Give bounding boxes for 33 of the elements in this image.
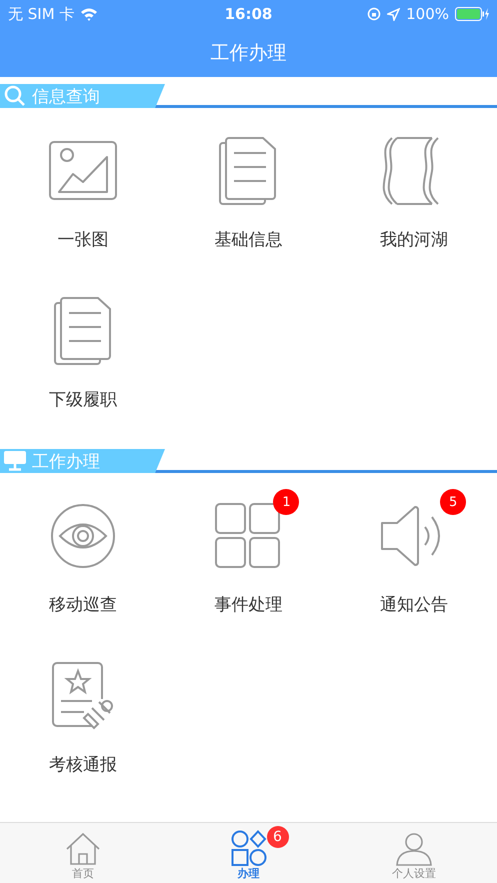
eye-icon bbox=[50, 503, 116, 569]
section-title: 信息查询 bbox=[32, 86, 100, 108]
documents-icon bbox=[54, 297, 112, 365]
search-icon bbox=[4, 85, 26, 107]
tab-item[interactable]: 6 办理 bbox=[166, 823, 332, 883]
person-icon bbox=[394, 832, 434, 866]
battery-icon bbox=[455, 7, 489, 21]
monitor-icon bbox=[4, 451, 26, 471]
battery-percent: 100% bbox=[406, 5, 449, 23]
menu-tile[interactable]: 考核通报 bbox=[0, 647, 166, 807]
grid-icon bbox=[215, 503, 282, 569]
count-badge: 6 bbox=[266, 826, 288, 848]
menu-tile[interactable]: 1 事件处理 bbox=[166, 487, 332, 647]
menu-tile[interactable]: 5 通知公告 bbox=[331, 487, 497, 647]
location-icon bbox=[387, 8, 400, 20]
menu-tile[interactable]: 一张图 bbox=[0, 122, 166, 282]
home-icon bbox=[64, 832, 101, 866]
page-title: 工作办理 bbox=[210, 40, 286, 66]
carrier-label: 无 SIM 卡 bbox=[8, 4, 74, 24]
certificate-icon bbox=[52, 662, 114, 730]
menu-tile[interactable]: 下级履职 bbox=[0, 282, 166, 442]
wifi-icon bbox=[80, 7, 98, 21]
count-badge: 1 bbox=[273, 489, 300, 515]
clock-time: 16:08 bbox=[224, 5, 272, 23]
shapes-icon bbox=[230, 830, 266, 866]
menu-tile[interactable]: 基础信息 bbox=[166, 122, 332, 282]
section-title: 工作办理 bbox=[32, 450, 100, 472]
count-badge: 5 bbox=[440, 489, 466, 515]
menu-tile[interactable]: 移动巡查 bbox=[0, 487, 166, 647]
menu-tile[interactable]: 我的河湖 bbox=[331, 122, 497, 282]
documents-icon bbox=[219, 137, 278, 205]
rotation-lock-icon bbox=[367, 7, 382, 21]
image-icon bbox=[48, 141, 117, 201]
